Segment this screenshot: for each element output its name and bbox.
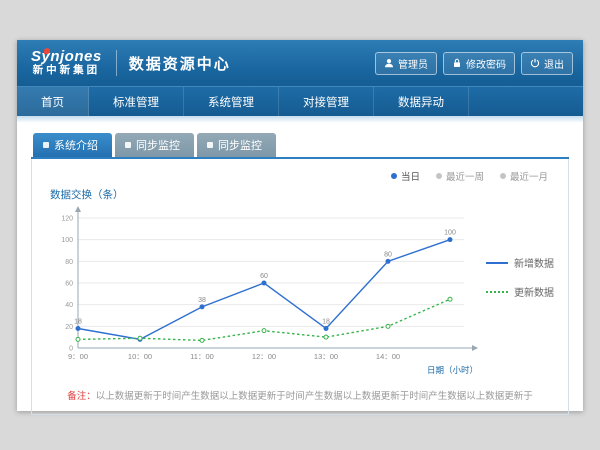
tab-icon xyxy=(43,142,49,148)
svg-text:10：00: 10：00 xyxy=(128,352,152,361)
legend-item-update-data: 更新数据 xyxy=(486,284,554,299)
change-password-button[interactable]: 修改密码 xyxy=(443,52,515,75)
tab-label: 同步监控 xyxy=(218,137,262,153)
chart-panel: 当日 最近一周 最近一月 数据交换（条） 0204060801001209：00… xyxy=(31,159,569,415)
tab-sync-monitor-2[interactable]: 同步监控 xyxy=(197,133,276,157)
content-area: 系统介绍 同步监控 同步监控 当日 最近一周 xyxy=(17,123,583,415)
svg-text:38: 38 xyxy=(198,297,206,304)
logout-icon xyxy=(530,58,540,68)
radio-dot-icon xyxy=(391,173,397,179)
app-header: Synjones 新中新集团 数据资源中心 管理员 修改密码 xyxy=(17,40,583,86)
logout-label: 退出 xyxy=(544,56,564,71)
header-actions: 管理员 修改密码 退出 xyxy=(375,52,573,75)
nav-item-data-changes[interactable]: 数据异动 xyxy=(374,87,469,116)
nav-item-standard-mgmt[interactable]: 标准管理 xyxy=(89,87,184,116)
chart-y-axis-title: 数据交换（条） xyxy=(50,187,558,202)
tab-icon xyxy=(125,142,131,148)
svg-text:100: 100 xyxy=(61,237,73,244)
legend-item-new-data: 新增数据 xyxy=(486,255,554,270)
svg-text:20: 20 xyxy=(65,324,73,331)
filter-last-week[interactable]: 最近一周 xyxy=(436,169,484,183)
svg-text:18: 18 xyxy=(74,319,82,326)
nav-bottom-strip xyxy=(17,116,583,123)
line-sample-icon xyxy=(486,291,508,293)
admin-user-label: 管理员 xyxy=(398,56,428,71)
filter-today[interactable]: 当日 xyxy=(391,169,420,183)
filter-label: 当日 xyxy=(401,169,420,183)
svg-text:40: 40 xyxy=(65,302,73,309)
time-range-filters: 当日 最近一周 最近一月 xyxy=(42,165,558,183)
footnote-text: 以上数据更新于时间产生数据以上数据更新于时间产生数据以上数据更新于时间产生数据以… xyxy=(96,391,533,402)
svg-text:日期（小时）: 日期（小时） xyxy=(427,365,478,375)
svg-text:12：00: 12：00 xyxy=(252,352,276,361)
svg-text:80: 80 xyxy=(65,259,73,266)
svg-text:11：00: 11：00 xyxy=(190,352,214,361)
logo-accent-dot xyxy=(44,48,50,54)
tab-system-intro[interactable]: 系统介绍 xyxy=(33,133,112,157)
footnote-label: 备注： xyxy=(67,391,96,402)
radio-dot-icon xyxy=(436,173,442,179)
brand-name-cn: 新中新集团 xyxy=(33,64,101,77)
lock-icon xyxy=(452,58,462,68)
line-chart: 0204060801001209：0010：0011：0012：0013：001… xyxy=(42,204,480,376)
svg-text:14：00: 14：00 xyxy=(376,352,400,361)
filter-label: 最近一周 xyxy=(446,169,484,183)
svg-text:60: 60 xyxy=(65,281,73,288)
legend-label: 新增数据 xyxy=(514,255,554,270)
chart-row: 0204060801001209：0010：0011：0012：0013：001… xyxy=(42,204,558,376)
tab-sync-monitor-1[interactable]: 同步监控 xyxy=(115,133,194,157)
svg-text:80: 80 xyxy=(384,251,392,258)
nav-item-system-mgmt[interactable]: 系统管理 xyxy=(184,87,279,116)
nav-item-home[interactable]: 首页 xyxy=(17,87,89,116)
tab-bar: 系统介绍 同步监控 同步监控 xyxy=(31,133,569,159)
tab-label: 系统介绍 xyxy=(54,137,98,153)
svg-text:120: 120 xyxy=(61,216,73,223)
admin-user-button[interactable]: 管理员 xyxy=(375,52,437,75)
app-title: 数据资源中心 xyxy=(129,53,231,74)
nav-item-connect-mgmt[interactable]: 对接管理 xyxy=(279,87,374,116)
svg-text:13：00: 13：00 xyxy=(314,352,338,361)
svg-text:9：00: 9：00 xyxy=(68,352,88,361)
main-nav: 首页 标准管理 系统管理 对接管理 数据异动 xyxy=(17,86,583,116)
filter-last-month[interactable]: 最近一月 xyxy=(500,169,548,183)
legend-label: 更新数据 xyxy=(514,284,554,299)
radio-dot-icon xyxy=(500,173,506,179)
header-divider xyxy=(116,50,117,76)
svg-text:100: 100 xyxy=(444,230,456,237)
brand-logo: Synjones 新中新集团 xyxy=(27,49,106,77)
user-icon xyxy=(384,58,394,68)
filter-label: 最近一月 xyxy=(510,169,548,183)
line-sample-icon xyxy=(486,262,508,264)
change-password-label: 修改密码 xyxy=(466,56,506,71)
app-window: Synjones 新中新集团 数据资源中心 管理员 修改密码 xyxy=(17,40,583,411)
tab-icon xyxy=(207,142,213,148)
footnote: 备注：以上数据更新于时间产生数据以上数据更新于时间产生数据以上数据更新于时间产生… xyxy=(42,388,558,402)
series-legend: 新增数据 更新数据 xyxy=(486,255,554,299)
brand-name-en: Synjones xyxy=(31,49,102,64)
logout-button[interactable]: 退出 xyxy=(521,52,573,75)
svg-text:18: 18 xyxy=(322,319,330,326)
tab-label: 同步监控 xyxy=(136,137,180,153)
svg-text:60: 60 xyxy=(260,273,268,280)
